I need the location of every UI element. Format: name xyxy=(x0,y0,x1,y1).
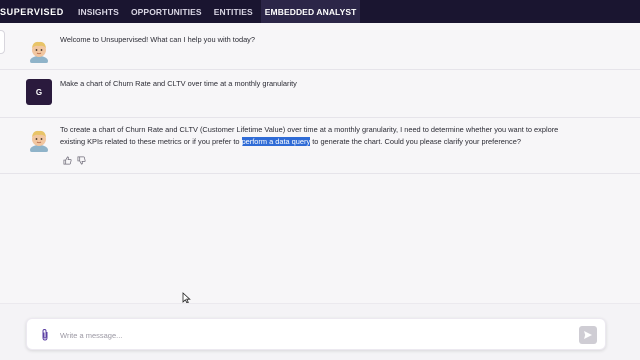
thumbs-up-icon[interactable] xyxy=(62,155,72,165)
thumbs-down-icon[interactable] xyxy=(76,155,86,165)
chat-message-user: G Make a chart of Churn Rate and CLTV ov… xyxy=(0,70,640,118)
user-avatar: G xyxy=(26,79,52,105)
tab-entities[interactable]: ENTITIES xyxy=(210,0,257,23)
chat-message-assistant: Welcome to Unsupervised! What can I help… xyxy=(0,24,640,70)
send-button[interactable] xyxy=(579,326,597,344)
nav-tabs: INSIGHTS OPPORTUNITIES ENTITIES EMBEDDED… xyxy=(74,0,364,23)
message-composer xyxy=(26,318,606,350)
message-text: Welcome to Unsupervised! What can I help… xyxy=(60,35,255,44)
chat-message-assistant: To create a chart of Churn Rate and CLTV… xyxy=(0,118,640,174)
tab-embedded-analyst[interactable]: EMBEDDED ANALYST xyxy=(260,0,361,23)
highlighted-text: perform a data query xyxy=(241,137,311,146)
message-text-part: to generate the chart. Could you please … xyxy=(310,137,521,146)
mouse-cursor-icon xyxy=(182,291,191,304)
send-icon xyxy=(584,331,592,339)
message-text: To create a chart of Churn Rate and CLTV… xyxy=(60,124,580,148)
tab-opportunities[interactable]: OPPORTUNITIES xyxy=(127,0,206,23)
feedback-buttons xyxy=(62,155,86,165)
assistant-avatar-icon xyxy=(26,37,52,63)
message-text: Make a chart of Churn Rate and CLTV over… xyxy=(60,79,297,88)
message-input[interactable] xyxy=(60,327,560,343)
top-nav: SUPERVISED INSIGHTS OPPORTUNITIES ENTITI… xyxy=(0,0,640,23)
brand-logo[interactable]: SUPERVISED xyxy=(0,7,74,17)
assistant-avatar-icon xyxy=(26,126,52,152)
tab-insights[interactable]: INSIGHTS xyxy=(74,0,123,23)
paperclip-icon[interactable] xyxy=(39,328,51,342)
